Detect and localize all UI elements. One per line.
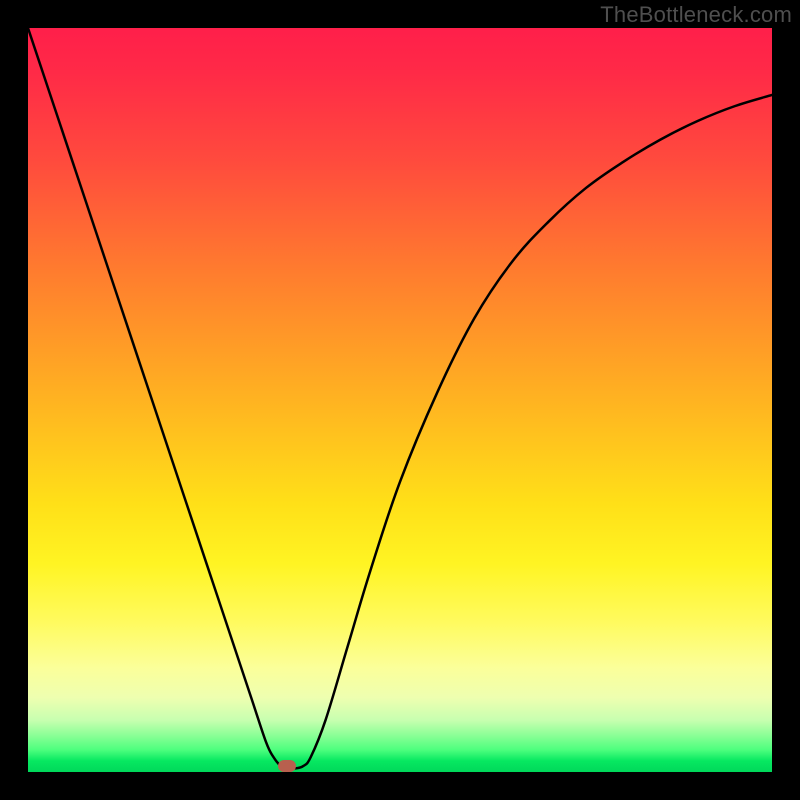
chart-frame xyxy=(0,0,800,800)
chart-border xyxy=(0,0,800,800)
watermark-text: TheBottleneck.com xyxy=(600,2,792,28)
optimal-point-marker xyxy=(278,760,296,772)
